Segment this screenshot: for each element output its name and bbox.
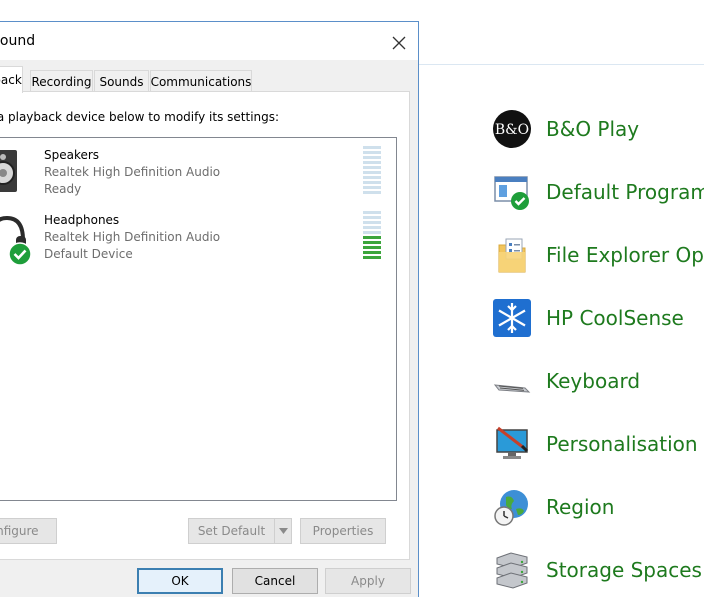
close-button[interactable] [386, 30, 412, 56]
meter-segment [363, 161, 381, 164]
screen: B&O B&O Play Default Programs File Explo… [0, 0, 704, 597]
device-name: Headphones [44, 213, 120, 227]
button-label: Apply [351, 574, 385, 588]
folder-options-icon [490, 233, 534, 277]
snowflake-icon [490, 296, 534, 340]
meter-segment [363, 236, 381, 239]
cp-item-personalisation[interactable]: Personalisation [490, 421, 698, 467]
monitor-brush-icon [490, 422, 534, 466]
tab-sounds[interactable]: Sounds [94, 70, 149, 92]
meter-segment [363, 156, 381, 159]
tab-label: Sounds [99, 74, 144, 89]
meter-segment [363, 151, 381, 154]
volume-meter [363, 146, 381, 194]
meter-segment [363, 166, 381, 169]
set-default-dropdown[interactable] [274, 518, 292, 544]
button-label: Configure [0, 524, 39, 538]
cp-item-storage-spaces[interactable]: Storage Spaces [490, 547, 702, 593]
cp-item-label: Region [546, 495, 615, 519]
configure-button[interactable]: Configure [0, 518, 57, 544]
check-icon [8, 242, 32, 266]
svg-text:B&O: B&O [495, 122, 529, 138]
cp-item-label: Storage Spaces [546, 558, 702, 582]
device-list[interactable]: Speakers Realtek High Definition Audio R… [0, 137, 397, 501]
close-icon [392, 36, 406, 50]
cp-item-hp-coolsense[interactable]: HP CoolSense [490, 295, 684, 341]
keyboard-icon [490, 359, 534, 403]
meter-segment [363, 171, 381, 174]
globe-clock-icon [490, 485, 534, 529]
tab-communications[interactable]: Communications [150, 70, 252, 92]
button-label: OK [171, 574, 189, 588]
device-name: Speakers [44, 148, 100, 162]
cancel-button[interactable]: Cancel [232, 568, 318, 594]
cp-item-label: B&O Play [546, 117, 640, 141]
button-label: Set Default [197, 524, 266, 538]
meter-segment [363, 241, 381, 244]
instruction-text: Select a playback device below to modify… [0, 110, 280, 124]
cp-item-keyboard[interactable]: Keyboard [490, 358, 640, 404]
meter-segment [363, 191, 381, 194]
device-driver: Realtek High Definition Audio [44, 165, 221, 179]
tab-recording[interactable]: Recording [30, 70, 93, 92]
tab-playback[interactable]: Playback [0, 66, 23, 93]
cp-item-file-explorer-options[interactable]: File Explorer Options [490, 232, 704, 278]
cp-item-label: File Explorer Options [546, 243, 704, 267]
volume-meter [363, 211, 381, 259]
button-label: Cancel [254, 574, 296, 588]
button-label: Properties [312, 524, 374, 538]
storage-drives-icon [490, 548, 534, 592]
control-panel-divider [418, 64, 704, 65]
meter-segment [363, 216, 381, 219]
cp-item-label: HP CoolSense [546, 306, 684, 330]
tab-label: Recording [31, 74, 92, 89]
set-default-button[interactable]: Set Default [188, 518, 274, 544]
tab-label: Communications [150, 74, 252, 89]
ok-button[interactable]: OK [137, 568, 223, 594]
meter-segment [363, 246, 381, 249]
device-driver: Realtek High Definition Audio [44, 230, 221, 244]
meter-segment [363, 256, 381, 259]
device-status: Default Device [44, 247, 133, 261]
cp-item-label: Default Programs [546, 180, 704, 204]
speaker-icon [0, 150, 17, 192]
properties-button[interactable]: Properties [300, 518, 386, 544]
meter-segment [363, 226, 381, 229]
chevron-down-icon [278, 528, 288, 534]
tab-label: Playback [0, 73, 22, 87]
cp-item-default-programs[interactable]: Default Programs [490, 169, 704, 215]
dialog-title: Sound [0, 33, 36, 49]
meter-segment [363, 186, 381, 189]
device-status: Ready [44, 182, 82, 196]
default-programs-icon [490, 170, 534, 214]
playback-panel: Select a playback device below to modify… [0, 91, 410, 560]
meter-segment [363, 221, 381, 224]
meter-segment [363, 146, 381, 149]
cp-item-region[interactable]: Region [490, 484, 614, 530]
meter-segment [363, 181, 381, 184]
meter-segment [363, 231, 381, 234]
meter-segment [363, 211, 381, 214]
sound-dialog: Sound Playback Recording Sounds Communic… [0, 21, 419, 597]
cp-item-label: Keyboard [546, 369, 641, 393]
meter-segment [363, 176, 381, 179]
dialog-body: Playback Recording Sounds Communications… [0, 60, 418, 597]
bo-play-icon: B&O [490, 107, 534, 151]
cp-item-bo-play[interactable]: B&O B&O Play [490, 106, 639, 152]
meter-segment [363, 251, 381, 254]
apply-button[interactable]: Apply [325, 568, 411, 594]
cp-item-label: Personalisation [546, 432, 698, 456]
